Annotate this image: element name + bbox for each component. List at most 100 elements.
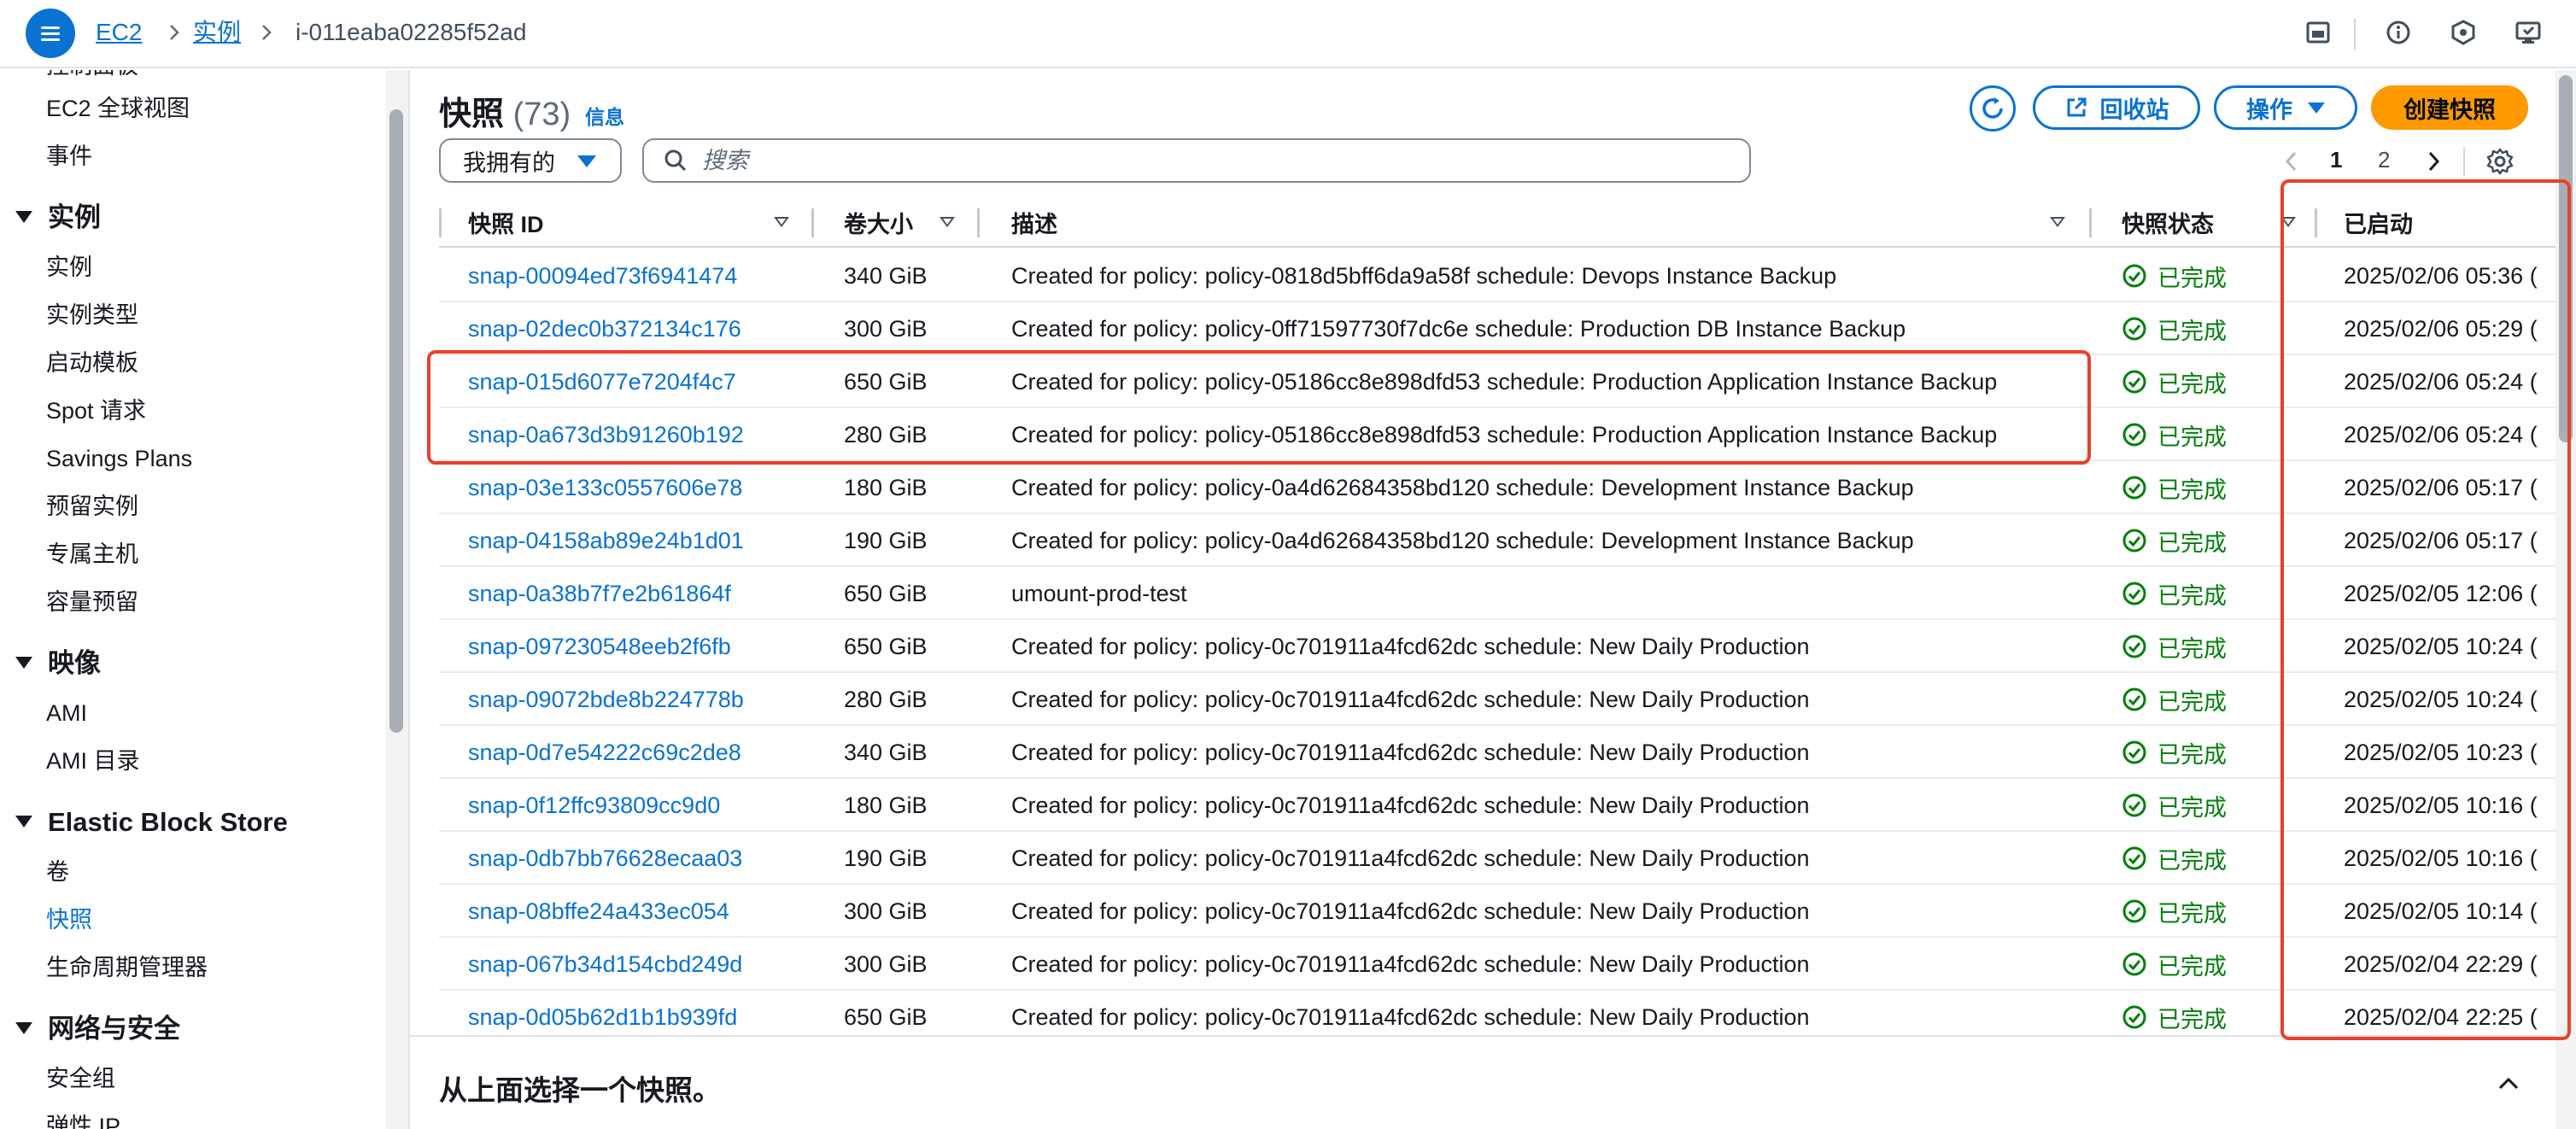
search-field[interactable] [642, 138, 1751, 183]
sidebar-item-elastic-ip[interactable]: 弹性 IP [46, 1112, 120, 1129]
sidebar-item-capacity-reservations[interactable]: 容量预留 [46, 588, 138, 617]
sort-icon[interactable] [2280, 217, 2296, 227]
chevron-right-icon[interactable] [2424, 149, 2443, 174]
table-row[interactable]: snap-015d6077e7204f4c7 650 GiB Created for… [439, 355, 2562, 408]
column-header-snapshot-id[interactable]: 快照 ID [468, 196, 544, 248]
search-input[interactable] [702, 147, 1556, 174]
recycle-bin-button[interactable]: 回收站 [2033, 85, 2200, 130]
snapshot-id-link[interactable]: snap-09072bde8b224778b [468, 673, 810, 726]
sidebar-item-volumes[interactable]: 卷 [46, 857, 69, 886]
sidebar-item-ami[interactable]: AMI [46, 699, 87, 728]
snapshot-id-link[interactable]: snap-0a673d3b91260b192 [468, 408, 810, 461]
table-row[interactable]: snap-08bffe24a433ec054 300 GiB Created for… [439, 885, 2562, 938]
table-row[interactable]: snap-0f12ffc93809cc9d0 180 GiB Created for… [439, 779, 2562, 832]
sidebar-item-reserved-instances[interactable]: 预留实例 [46, 492, 138, 521]
snapshot-id-link[interactable]: snap-00094ed73f6941474 [468, 249, 810, 302]
snapshot-id-link[interactable]: snap-0db7bb76628ecaa03 [468, 832, 810, 885]
detail-panel: 从上面选择一个快照。 [410, 1035, 2562, 1129]
sidebar-item-instances[interactable]: 实例 [46, 253, 92, 282]
sidebar-item-security-groups[interactable]: 安全组 [46, 1064, 115, 1093]
panel-layout-icon[interactable] [2301, 15, 2335, 50]
column-header-description[interactable]: 描述 [1011, 196, 1057, 248]
sidebar-item-global-view[interactable]: EC2 全球视图 [46, 94, 190, 123]
create-snapshot-button[interactable]: 创建快照 [2371, 85, 2528, 130]
page-title: 快照 (73) [439, 97, 571, 132]
column-header-volume-size[interactable]: 卷大小 [844, 196, 913, 248]
snapshot-id-link[interactable]: snap-067b34d154cbd249d [468, 938, 810, 991]
sidebar-item-snapshots[interactable]: 快照 [46, 905, 92, 934]
refresh-button[interactable] [1970, 85, 2016, 132]
sidebar-item-dashboard[interactable]: 控制面板 [46, 70, 138, 80]
column-header-started[interactable]: 已启动 [2344, 196, 2413, 248]
table-row[interactable]: snap-03e133c0557606e78 180 GiB Created for… [439, 461, 2562, 514]
started-time: 2025/02/04 22:25 ( [2344, 1003, 2538, 1030]
table-row[interactable]: snap-0db7bb76628ecaa03 190 GiB Created for… [439, 832, 2562, 885]
sidebar-section-ebs[interactable]: Elastic Block Store [15, 806, 288, 839]
page-1[interactable]: 1 [2330, 145, 2342, 174]
sidebar-section-network-security[interactable]: 网络与安全 [15, 1013, 180, 1045]
breadcrumb-instances[interactable]: 实例 [193, 17, 241, 48]
actions-button[interactable]: 操作 [2214, 85, 2357, 130]
snapshot-id-link[interactable]: snap-0a38b7f7e2b61864f [468, 567, 810, 620]
started-time: 2025/02/05 10:24 ( [2344, 686, 2538, 712]
success-check-icon [2122, 740, 2146, 764]
status-text: 已完成 [2157, 688, 2227, 715]
sidebar-scrollbar-thumb[interactable] [389, 109, 403, 733]
sidebar-item-savings-plans[interactable]: Savings Plans [46, 444, 192, 473]
snapshot-id-link[interactable]: snap-08bffe24a433ec054 [468, 885, 810, 938]
snapshot-id-link[interactable]: snap-0d7e54222c69c2de8 [468, 726, 810, 779]
table-row[interactable]: snap-0a673d3b91260b192 280 GiB Created for… [439, 408, 2562, 461]
snapshot-id-link[interactable]: snap-03e133c0557606e78 [468, 461, 810, 514]
snapshot-id-link[interactable]: snap-02dec0b372134c176 [468, 302, 810, 355]
info-link[interactable]: 信息 [585, 101, 624, 130]
description: Created for policy: policy-0a4d62684358b… [1011, 527, 1914, 553]
volume-size: 650 GiB [844, 580, 928, 606]
breadcrumb-ec2[interactable]: EC2 [96, 17, 142, 48]
table-header: 快照 ID 卷大小 描述 快照状态 已启动 [439, 196, 2562, 248]
table-row[interactable]: snap-097230548eeb2f6fb 650 GiB Created for… [439, 620, 2562, 673]
screen-icon[interactable] [2511, 15, 2545, 50]
sidebar-item-events[interactable]: 事件 [46, 142, 92, 171]
sidebar-item-launch-templates[interactable]: 启动模板 [46, 348, 138, 377]
settings-gear-icon[interactable] [2485, 147, 2515, 176]
snapshot-id-link[interactable]: snap-015d6077e7204f4c7 [468, 355, 810, 408]
table-row[interactable]: snap-0d7e54222c69c2de8 340 GiB Created for… [439, 726, 2562, 779]
sidebar-item-instance-types[interactable]: 实例类型 [46, 301, 138, 330]
sort-icon[interactable] [2050, 217, 2065, 227]
snapshot-id-link[interactable]: snap-0d05b62d1b1b939fd [468, 991, 810, 1035]
snapshot-id-link[interactable]: snap-04158ab89e24b1d01 [468, 514, 810, 567]
snapshot-id-link[interactable]: snap-097230548eeb2f6fb [468, 620, 810, 673]
description: Created for policy: policy-0c701911a4fcd… [1011, 633, 1810, 659]
column-header-status[interactable]: 快照状态 [2122, 196, 2214, 248]
sidebar-section-images[interactable]: 映像 [15, 647, 101, 680]
snapshot-id-link[interactable]: snap-0f12ffc93809cc9d0 [468, 779, 810, 832]
owner-filter-select[interactable]: 我拥有的 [439, 138, 622, 183]
table-row[interactable]: snap-09072bde8b224778b 280 GiB Created for… [439, 673, 2562, 726]
table-row[interactable]: snap-0a38b7f7e2b61864f 650 GiB umount-prod… [439, 567, 2562, 620]
menu-icon[interactable] [26, 9, 75, 58]
started-time: 2025/02/06 05:24 ( [2344, 368, 2538, 395]
sidebar-section-instances[interactable]: 实例 [15, 202, 101, 234]
page-2[interactable]: 2 [2378, 145, 2390, 174]
chevron-left-icon[interactable] [2282, 149, 2301, 174]
status-text: 已完成 [2157, 847, 2227, 874]
sidebar-item-lifecycle-manager[interactable]: 生命周期管理器 [46, 953, 208, 982]
sort-icon[interactable] [940, 217, 955, 227]
sort-icon[interactable] [774, 217, 789, 227]
sidebar-item-dedicated-hosts[interactable]: 专属主机 [46, 540, 138, 569]
status-cell: 已完成 [2122, 567, 2310, 620]
security-icon[interactable] [2446, 15, 2480, 50]
table-row[interactable]: snap-0d05b62d1b1b939fd 650 GiB Created for… [439, 991, 2562, 1035]
table-row[interactable]: snap-00094ed73f6941474 340 GiB Created for… [439, 249, 2562, 302]
status-text: 已完成 [2157, 477, 2227, 503]
info-icon[interactable] [2381, 15, 2415, 50]
status-text: 已完成 [2157, 582, 2227, 609]
sidebar-item-ami-catalog[interactable]: AMI 目录 [46, 746, 140, 775]
volume-size: 180 GiB [844, 474, 928, 500]
table-row[interactable]: snap-02dec0b372134c176 300 GiB Created for… [439, 302, 2562, 355]
page-scrollbar-thumb[interactable] [2559, 75, 2573, 442]
table-row[interactable]: snap-04158ab89e24b1d01 190 GiB Created for… [439, 514, 2562, 567]
chevron-up-icon[interactable] [2496, 1071, 2521, 1097]
sidebar-item-spot-requests[interactable]: Spot 请求 [46, 396, 146, 425]
table-row[interactable]: snap-067b34d154cbd249d 300 GiB Created for… [439, 938, 2562, 991]
